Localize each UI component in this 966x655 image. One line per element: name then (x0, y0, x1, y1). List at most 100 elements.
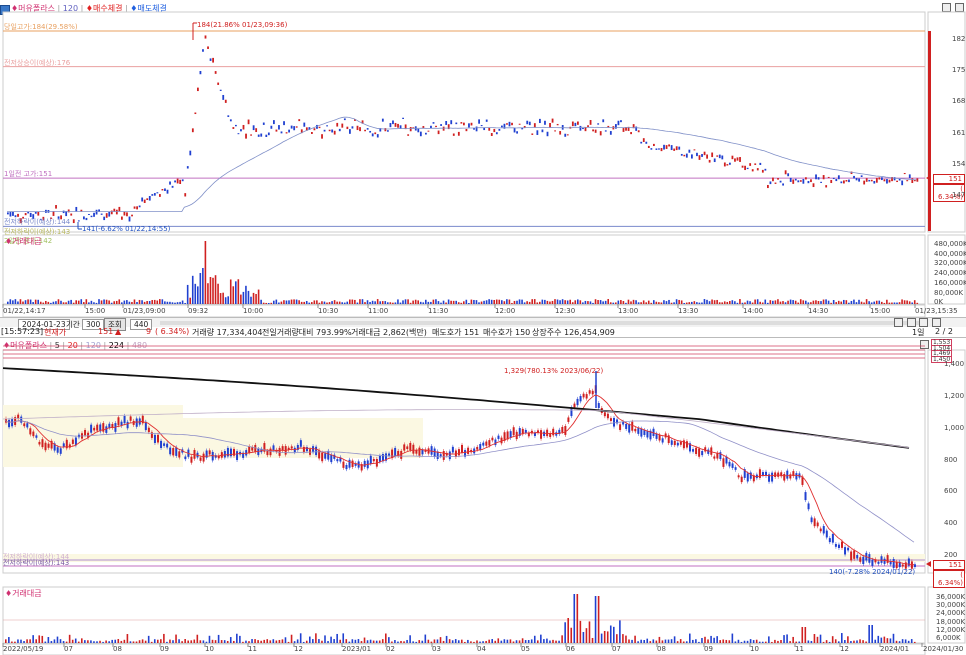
intraday-volume-bar (95, 302, 98, 304)
daily-volume-bar (166, 641, 168, 643)
daily-volume-bar (248, 641, 250, 643)
daily-volume-bar (725, 639, 728, 643)
intraday-volume-bar (153, 299, 156, 304)
daily-xaxis-label: 09 (160, 645, 169, 653)
daily-volume-bar (594, 596, 597, 643)
daily-xaxis-label: 09 (704, 645, 713, 653)
intraday-candle (805, 177, 807, 180)
intraday-candle (655, 148, 658, 150)
toolbar-zoom-slider[interactable] (160, 321, 920, 325)
daily-volume-bar (272, 639, 275, 643)
intraday-candle (881, 177, 883, 181)
daily-volume-bar (302, 641, 305, 643)
intraday-candle (267, 132, 270, 136)
intraday-candle (865, 178, 868, 182)
daily-volume-bar (181, 641, 183, 643)
intraday-candle (72, 219, 75, 224)
daily-volume-bar (99, 640, 101, 643)
intraday-volume-bar (483, 300, 485, 304)
daily-volume-bar (597, 596, 600, 643)
intraday-volume-bar (685, 302, 688, 304)
intraday-volume-bar (42, 302, 45, 304)
intraday-volume-bar (9, 299, 12, 304)
toolbar-btn-a[interactable] (894, 318, 903, 327)
intraday-candle (275, 129, 278, 132)
intraday-volume-bar (404, 299, 407, 304)
info-change: 9 (146, 327, 152, 336)
intraday-yaxis-label: 175 (952, 66, 966, 75)
intraday-volume-bar (784, 302, 787, 304)
daily-xaxis-label: 02 (386, 645, 395, 653)
daily-volume-bar (84, 640, 86, 643)
daily-volume-bar (889, 638, 892, 643)
intraday-volume-bar (792, 300, 794, 304)
intraday-candle (650, 148, 653, 150)
daily-volume-bar (23, 641, 25, 643)
intraday-volume-bar (331, 301, 333, 304)
intraday-volume-bar (361, 299, 364, 304)
intraday-candle (468, 123, 470, 128)
intraday-volume-bar (711, 299, 713, 304)
intraday-candle (820, 181, 822, 183)
toolbar-btn-d[interactable] (931, 318, 941, 327)
intraday-candle (746, 167, 749, 170)
daily-volume-bar (488, 639, 490, 643)
daily-volume-bar (512, 641, 515, 643)
daily-volume-bar (695, 639, 697, 643)
intraday-volume-bar (642, 300, 645, 304)
daily-volume-bar (567, 618, 569, 643)
daily-volume-bar (360, 641, 363, 643)
info-page[interactable]: 1일 (912, 327, 924, 338)
intraday-candle (868, 179, 871, 182)
intraday-volume-bar (708, 301, 711, 304)
intraday-volume-bar (637, 302, 640, 304)
info-price-label: 현재가 (44, 328, 67, 337)
intraday-candle (827, 176, 830, 178)
daily-volume-bar (38, 635, 41, 643)
intraday-volume-bar (425, 299, 427, 304)
daily-volume-bar (448, 639, 451, 643)
daily-volume-bar (47, 637, 50, 643)
intraday-candle (217, 82, 220, 85)
intraday-volume-bar (171, 302, 174, 304)
intraday-volume-bar (830, 302, 832, 304)
daily-volume-bar (406, 639, 408, 643)
intraday-volume-bar (561, 299, 564, 304)
intraday-volume-bar (536, 302, 539, 304)
toolbar-btn-c[interactable] (919, 318, 929, 327)
daily-volume-bar (771, 641, 773, 643)
intraday-volume-bar (832, 300, 835, 304)
daily-panel: ♦머유폴라스 | 5 | 20 | 120 | 224 | 480 1,553 1… (0, 338, 966, 655)
daily-xaxis-label: 11 (248, 645, 257, 653)
intraday-candle (556, 123, 559, 126)
daily-volume-bar (242, 641, 244, 643)
intraday-candle (392, 120, 394, 125)
toolbar-btn-b[interactable] (906, 318, 916, 327)
daily-volume-bar (305, 640, 308, 643)
intraday-volume-bar (546, 300, 549, 304)
daily-volume-bar (722, 639, 725, 643)
daily-volume-bar (87, 640, 89, 643)
intraday-candle (103, 216, 106, 221)
intraday-volume-bar (235, 281, 237, 304)
intraday-volume-bar (541, 299, 544, 304)
intraday-volume-bar (227, 296, 229, 304)
intraday-volume-bar (673, 302, 675, 304)
intraday-volume-bar (100, 300, 103, 304)
intraday-volume-bar (333, 300, 336, 304)
intraday-volume-bar (316, 300, 318, 304)
intraday-volume-bar (663, 300, 665, 304)
daily-volume-bar (56, 636, 59, 643)
intraday-candle (425, 132, 427, 135)
intraday-candle (916, 178, 919, 182)
intraday-volume-bar (837, 300, 840, 304)
daily-volume-bar (661, 640, 664, 643)
intraday-volume-bar (392, 302, 394, 304)
intraday-yaxis-label: 147 (952, 191, 966, 199)
info-price: 151 (98, 327, 114, 336)
intraday-volume-bar (288, 300, 290, 304)
daily-volume-bar (494, 640, 497, 643)
intraday-candle (452, 133, 455, 136)
info-page-num[interactable]: 2 / 2 (935, 327, 953, 336)
daily-yaxis-label: 1,000 (944, 423, 965, 432)
